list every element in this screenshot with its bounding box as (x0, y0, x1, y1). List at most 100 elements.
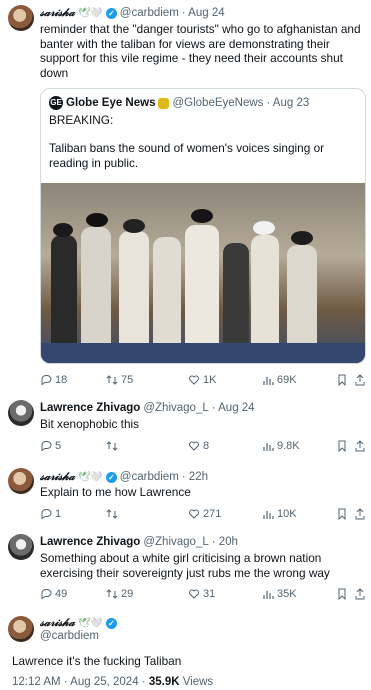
display-name[interactable]: 𝓈𝒶𝓇𝒾𝓈𝒽𝒶 (40, 6, 75, 20)
like-count: 271 (203, 508, 222, 520)
avatar[interactable] (8, 616, 34, 642)
retweet-icon (106, 589, 118, 599)
bookmark-button[interactable] (336, 508, 348, 520)
handle[interactable]: @carbdiem (120, 7, 179, 19)
retweet-button[interactable] (106, 508, 121, 520)
like-button[interactable]: 271 (188, 508, 221, 520)
views-button[interactable]: 69K (262, 374, 297, 386)
dove-emoji: 🕊🤍 (77, 7, 103, 19)
like-button[interactable]: 31 (188, 588, 215, 600)
views-count: 69K (277, 374, 297, 386)
photo-turban (53, 223, 73, 237)
share-button[interactable] (354, 588, 366, 600)
photo-carpet (41, 343, 365, 363)
retweet-icon (106, 375, 118, 385)
heart-icon (189, 375, 199, 385)
reply-icon (41, 509, 52, 520)
timestamp[interactable]: · 22h (182, 471, 208, 483)
heart-icon (189, 441, 199, 451)
timestamp[interactable]: · Aug 24 (212, 402, 255, 414)
dove-emoji: 🕊🤍 (77, 471, 103, 483)
action-bar: 18 75 1K 69K (40, 374, 366, 388)
handle[interactable]: @Zhivago_L (143, 402, 208, 414)
like-count: 8 (203, 440, 210, 452)
verified-icon: ✓ (105, 617, 117, 629)
handle[interactable]: @Zhivago_L (143, 536, 208, 548)
share-button[interactable] (354, 508, 366, 520)
quote-display-name: Globe Eye News (66, 97, 156, 109)
reply-icon (41, 441, 52, 452)
tweet-text: reminder that the "danger tourists" who … (40, 22, 361, 80)
tweet-2[interactable]: Lawrence Zhivago @Zhivago_L · Aug 24 Bit… (0, 398, 371, 460)
timestamp[interactable]: · 20h (212, 536, 238, 548)
tweet-timestamp[interactable]: 12:12 AM · Aug 25, 2024 · (12, 676, 146, 688)
views-button[interactable]: 9.8K (262, 440, 300, 452)
share-button[interactable] (354, 374, 366, 386)
quote-photo[interactable] (41, 183, 365, 363)
heart-icon (189, 509, 199, 519)
quote-text-breaking: BREAKING: (49, 113, 114, 127)
quote-timestamp: · Aug 23 (266, 97, 310, 109)
display-name[interactable]: Lawrence Zhivago (40, 402, 140, 414)
tweet-1[interactable]: 𝓈𝒶𝓇𝒾𝓈𝒽𝒶 🕊🤍 ✓ @carbdiem · Aug 24 reminder… (0, 0, 371, 392)
photo-turban (253, 221, 275, 235)
retweet-icon (106, 509, 118, 519)
share-button[interactable] (354, 440, 366, 452)
verified-icon: ✓ (105, 7, 117, 19)
like-button[interactable]: 8 (188, 440, 209, 452)
like-count: 31 (203, 588, 216, 600)
views-total: 35.9K (148, 676, 180, 688)
retweet-button[interactable]: 29 (106, 588, 133, 600)
avatar[interactable] (8, 468, 34, 494)
avatar[interactable] (8, 400, 34, 426)
avatar[interactable] (8, 5, 34, 31)
photo-turban (123, 219, 145, 233)
views-icon (263, 591, 274, 599)
display-name[interactable]: 𝓈𝒶𝓇𝒾𝓈𝒽𝒶 (40, 616, 75, 630)
bookmark-button[interactable] (336, 374, 348, 386)
tweet-text: Explain to me how Lawrence (40, 485, 191, 499)
verified-icon: ✓ (105, 471, 117, 483)
photo-turban (291, 231, 313, 245)
avatar[interactable] (8, 534, 34, 560)
photo-figure (51, 235, 77, 355)
reply-button[interactable]: 49 (40, 588, 67, 600)
views-button[interactable]: 35K (262, 588, 297, 600)
reply-count: 49 (55, 588, 68, 600)
photo-figure (287, 245, 317, 355)
bookmark-icon (338, 508, 346, 520)
tweet-4[interactable]: Lawrence Zhivago @Zhivago_L · 20h Someth… (0, 532, 371, 612)
quote-header: GE Globe Eye News @GlobeEyeNews · Aug 23 (49, 96, 309, 110)
gold-verified-icon (158, 97, 170, 109)
photo-figure (251, 235, 279, 355)
timestamp[interactable]: · Aug 24 (182, 7, 225, 19)
retweet-button[interactable] (106, 440, 121, 452)
share-icon (355, 440, 365, 452)
views-button[interactable]: 10K (262, 508, 297, 520)
bookmark-icon (338, 440, 346, 452)
reply-icon (41, 589, 52, 600)
bookmark-button[interactable] (336, 588, 348, 600)
views-icon (263, 377, 274, 385)
retweet-count: 29 (121, 588, 134, 600)
action-bar: 49 29 31 35K (40, 588, 366, 602)
handle[interactable]: @carbdiem (120, 471, 179, 483)
reply-button[interactable]: 1 (40, 508, 61, 520)
handle[interactable]: @carbdiem (40, 630, 99, 642)
views-count: 9.8K (277, 440, 300, 452)
retweet-button[interactable]: 75 (106, 374, 133, 386)
share-icon (355, 374, 365, 386)
bookmark-button[interactable] (336, 440, 348, 452)
reply-button[interactable]: 18 (40, 374, 67, 386)
reply-count: 5 (55, 440, 62, 452)
like-button[interactable]: 1K (188, 374, 216, 386)
display-name[interactable]: 𝓈𝒶𝓇𝒾𝓈𝒽𝒶 (40, 470, 75, 484)
tweet-3[interactable]: 𝓈𝒶𝓇𝒾𝓈𝒽𝒶 🕊🤍 ✓ @carbdiem · 22h Explain to … (0, 466, 371, 528)
views-count: 10K (277, 508, 297, 520)
quoted-tweet[interactable]: GE Globe Eye News @GlobeEyeNews · Aug 23… (40, 88, 366, 364)
action-bar: 5 8 9.8K (40, 440, 366, 454)
reply-button[interactable]: 5 (40, 440, 61, 452)
bookmark-icon (338, 374, 346, 386)
display-name[interactable]: Lawrence Zhivago (40, 536, 140, 548)
heart-icon (189, 589, 199, 599)
